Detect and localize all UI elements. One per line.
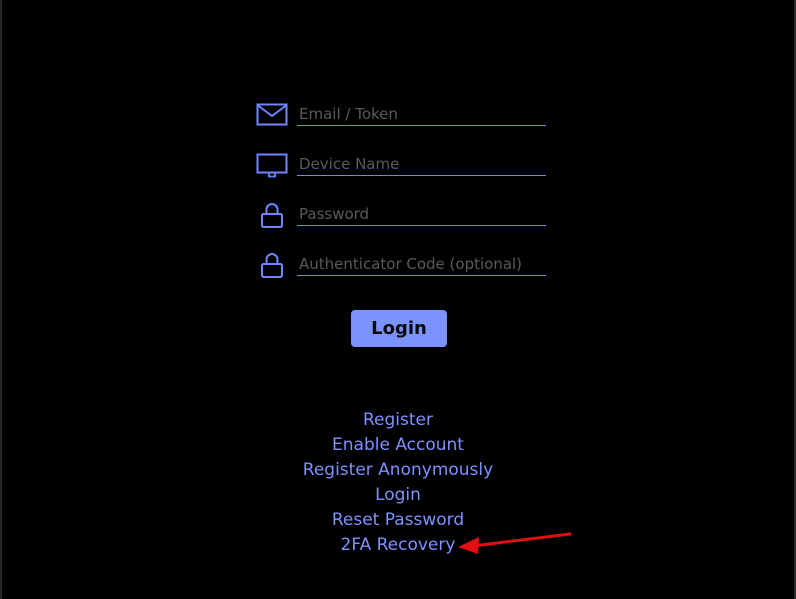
account-links: Register Enable Account Register Anonymo… (0, 408, 796, 558)
annotation-arrow-icon (458, 532, 572, 554)
authenticator-code-input[interactable] (297, 252, 546, 276)
email-row (256, 100, 548, 130)
device-name-input[interactable] (297, 152, 546, 176)
authenticator-row (256, 250, 548, 280)
lock-icon (256, 250, 288, 280)
reset-password-link[interactable]: Reset Password (332, 508, 464, 533)
login-button[interactable]: Login (351, 310, 447, 347)
envelope-icon (256, 100, 288, 130)
monitor-icon (256, 150, 288, 180)
password-input[interactable] (297, 202, 546, 226)
register-anonymously-link[interactable]: Register Anonymously (303, 458, 493, 483)
register-link[interactable]: Register (363, 408, 433, 433)
login-link[interactable]: Login (375, 483, 421, 508)
lock-icon (256, 200, 288, 230)
email-token-input[interactable] (297, 102, 546, 126)
device-row (256, 150, 548, 180)
2fa-recovery-link[interactable]: 2FA Recovery (341, 533, 456, 558)
password-row (256, 200, 548, 230)
enable-account-link[interactable]: Enable Account (332, 433, 464, 458)
